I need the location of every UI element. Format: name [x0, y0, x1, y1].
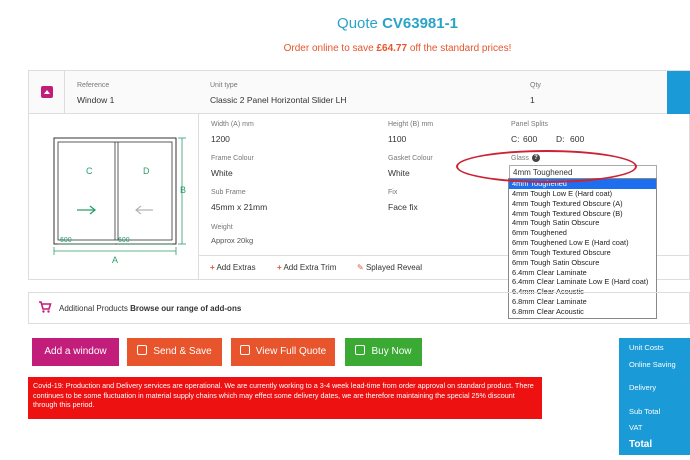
sub-frame-label: Sub Frame	[211, 189, 246, 196]
additional-products-bar: Additional Products Browse our range of …	[28, 292, 690, 324]
dimension-a-label: A	[112, 255, 118, 265]
frame-colour-select[interactable]: White	[211, 168, 233, 178]
splayed-reveal-button[interactable]: ✎ Splayed Reveal	[357, 263, 422, 272]
split-d-input[interactable]: 600	[570, 134, 584, 144]
width-label: Width (A) mm	[211, 121, 254, 128]
vat-label: VAT	[629, 423, 643, 432]
gasket-colour-label: Gasket Colour	[388, 155, 433, 162]
height-input[interactable]: 1100	[388, 134, 406, 144]
glass-option[interactable]: 4mm Tough Textured Obscure (A)	[509, 199, 656, 209]
share-icon	[137, 345, 148, 355]
fix-label: Fix	[388, 189, 398, 196]
send-save-button[interactable]: Send & Save	[127, 338, 222, 366]
sub-frame-select[interactable]: 45mm x 21mm	[211, 202, 267, 212]
dimension-b-label: B	[180, 185, 186, 195]
weight-label: Weight	[211, 224, 233, 231]
gasket-colour-select[interactable]: White	[388, 168, 410, 178]
additional-products-text: Additional Products Browse our range of …	[59, 304, 242, 313]
add-extra-trim-button[interactable]: + Add Extra Trim	[277, 263, 336, 272]
dim-left-600: 600	[60, 237, 72, 244]
plus-icon: +	[210, 263, 215, 272]
add-extras-button[interactable]: + Add Extras	[210, 263, 256, 272]
price-summary: Unit Costs Online Saving Delivery Sub To…	[619, 338, 690, 455]
panel-side-bar	[667, 71, 690, 114]
glass-option[interactable]: 6mm Toughened	[509, 228, 656, 238]
reference-field[interactable]: Window 1	[77, 95, 114, 105]
reference-label: Reference	[77, 82, 110, 89]
add-window-button[interactable]: Add a window	[32, 338, 119, 366]
unit-costs-label: Unit Costs	[629, 343, 664, 352]
panel-splits-label: Panel Splits	[511, 121, 548, 128]
unit-type-label: Unit type	[210, 82, 238, 89]
view-full-quote-button[interactable]: View Full Quote	[231, 338, 335, 366]
browse-addons-link[interactable]: Browse our range of add-ons	[130, 304, 241, 313]
glass-option[interactable]: 6mm Toughened Low E (Hard coat)	[509, 238, 656, 248]
weight-value: Approx 20kg	[211, 236, 254, 245]
glass-option[interactable]: 6mm Tough Satin Obscure	[509, 258, 656, 268]
checkbox-icon	[355, 345, 366, 355]
delivery-label: Delivery	[629, 383, 657, 392]
collapse-toggle[interactable]	[29, 71, 65, 113]
plus-icon: +	[277, 263, 282, 272]
dim-right-600: 600	[118, 237, 130, 244]
document-icon	[239, 345, 250, 355]
panel-c-label: C	[86, 166, 93, 176]
width-input[interactable]: 1200	[211, 134, 230, 144]
order-online-banner: Order online to save £64.77 off the stan…	[283, 43, 512, 54]
reveal-icon: ✎	[357, 263, 364, 272]
highlight-ellipse	[456, 150, 637, 183]
online-saving-label: Online Saving	[629, 360, 676, 369]
height-label: Height (B) mm	[388, 121, 434, 128]
cart-icon	[39, 301, 52, 313]
window-drawing: C D 600 600 A B	[29, 114, 199, 280]
qty-label: Qty	[530, 82, 541, 89]
glass-option[interactable]: 4mm Tough Low E (Hard coat)	[509, 189, 656, 199]
quote-title: Quote CV63981-1	[337, 15, 458, 32]
glass-option[interactable]: 4mm Tough Satin Obscure	[509, 218, 656, 228]
unit-type-field[interactable]: Classic 2 Panel Horizontal Slider LH	[210, 95, 347, 105]
glass-option[interactable]: 4mm Tough Textured Obscure (B)	[509, 209, 656, 219]
saving-amount: £64.77	[376, 43, 408, 54]
fix-select[interactable]: Face fix	[388, 202, 418, 212]
split-d-label: D:	[556, 134, 565, 144]
window-icon	[41, 86, 53, 98]
qty-field[interactable]: 1	[530, 95, 535, 105]
panel-d-label: D	[143, 166, 150, 176]
glass-option[interactable]: 6.4mm Clear Laminate	[509, 268, 656, 278]
split-c-label: C:	[511, 134, 520, 144]
glass-option[interactable]: 6mm Tough Textured Obscure	[509, 248, 656, 258]
sub-total-label: Sub Total	[629, 407, 661, 416]
split-c-input[interactable]: 600	[523, 134, 537, 144]
covid-notice: Covid-19: Production and Delivery servic…	[28, 377, 542, 419]
glass-option[interactable]: 6.4mm Clear Laminate Low E (Hard coat)	[509, 277, 656, 287]
frame-colour-label: Frame Colour	[211, 155, 254, 162]
total-label: Total	[629, 439, 653, 450]
buy-now-button[interactable]: Buy Now	[345, 338, 422, 366]
window-header-row: Reference Window 1 Unit type Classic 2 P…	[29, 71, 690, 114]
quote-number: CV63981-1	[382, 15, 458, 32]
